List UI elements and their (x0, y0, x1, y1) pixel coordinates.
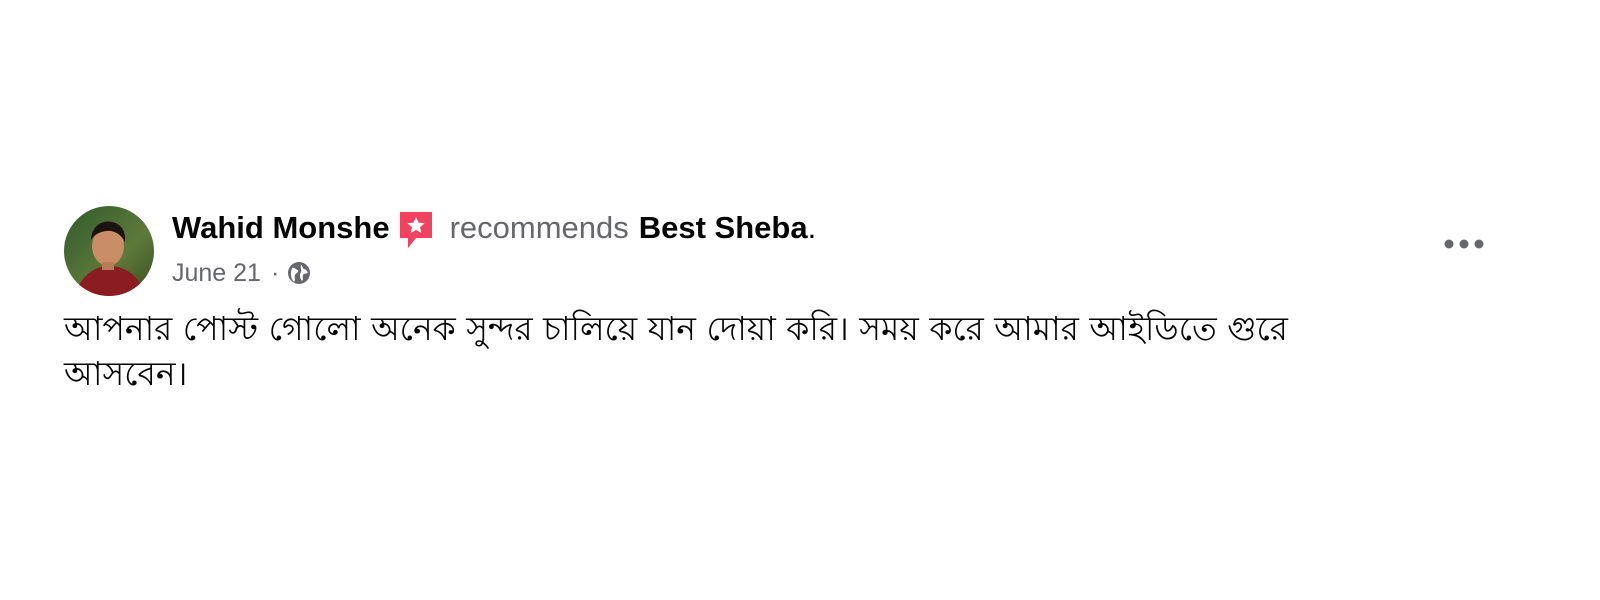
recommend-star-icon (398, 210, 434, 250)
globe-icon[interactable] (287, 261, 311, 285)
title-line: Wahid Monshe recommends Best Sheba . (172, 208, 816, 248)
post-date[interactable]: June 21 (172, 258, 261, 288)
avatar[interactable] (64, 206, 154, 296)
page-name[interactable]: Best Sheba (639, 210, 808, 246)
author-name[interactable]: Wahid Monshe (172, 210, 390, 246)
post-body: আপনার পোস্ট গোলো অনেক সুন্দর চালিয়ে যান… (64, 309, 1288, 393)
more-options-icon (1444, 239, 1484, 249)
period: . (807, 210, 817, 245)
more-options-button[interactable] (1440, 228, 1488, 260)
post-header: Wahid Monshe recommends Best Sheba . Jun… (172, 208, 1524, 298)
meta-separator: · (270, 259, 280, 287)
post-meta: June 21 · (172, 258, 311, 288)
recommends-text: recommends (449, 210, 629, 245)
